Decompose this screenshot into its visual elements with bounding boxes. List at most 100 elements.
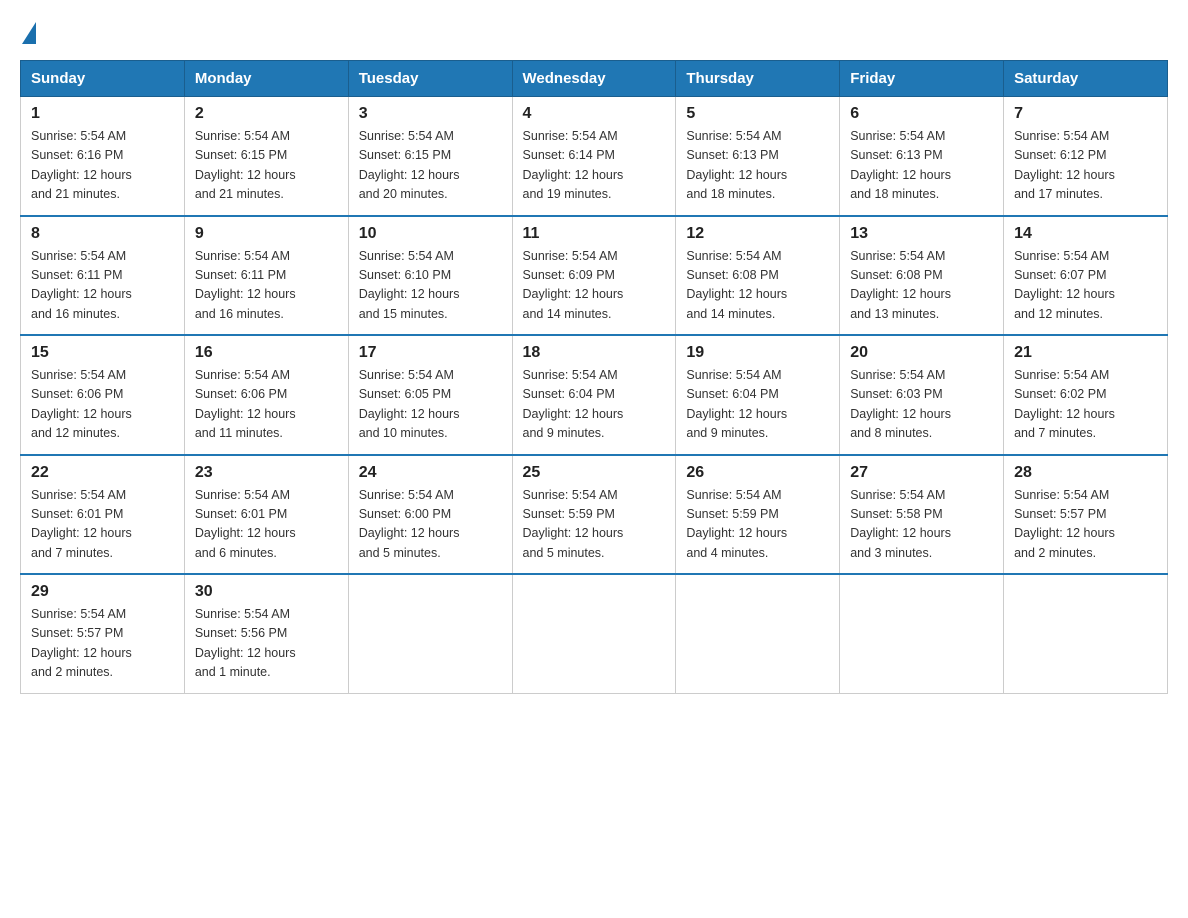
- day-info: Sunrise: 5:54 AM Sunset: 6:03 PM Dayligh…: [850, 366, 993, 444]
- day-number: 24: [359, 464, 502, 482]
- day-info: Sunrise: 5:54 AM Sunset: 6:11 PM Dayligh…: [31, 247, 174, 325]
- day-info: Sunrise: 5:54 AM Sunset: 6:09 PM Dayligh…: [523, 247, 666, 325]
- calendar-cell: 23 Sunrise: 5:54 AM Sunset: 6:01 PM Dayl…: [184, 455, 348, 575]
- calendar-cell: 14 Sunrise: 5:54 AM Sunset: 6:07 PM Dayl…: [1004, 216, 1168, 336]
- weekday-header-row: SundayMondayTuesdayWednesdayThursdayFrid…: [21, 61, 1168, 97]
- calendar-cell: 18 Sunrise: 5:54 AM Sunset: 6:04 PM Dayl…: [512, 335, 676, 455]
- day-number: 21: [1014, 344, 1157, 362]
- day-info: Sunrise: 5:54 AM Sunset: 6:16 PM Dayligh…: [31, 127, 174, 205]
- day-number: 12: [686, 225, 829, 243]
- day-number: 22: [31, 464, 174, 482]
- day-number: 9: [195, 225, 338, 243]
- calendar-cell: 24 Sunrise: 5:54 AM Sunset: 6:00 PM Dayl…: [348, 455, 512, 575]
- calendar-cell: 5 Sunrise: 5:54 AM Sunset: 6:13 PM Dayli…: [676, 97, 840, 216]
- day-number: 29: [31, 583, 174, 601]
- day-number: 15: [31, 344, 174, 362]
- weekday-header-wednesday: Wednesday: [512, 61, 676, 97]
- day-info: Sunrise: 5:54 AM Sunset: 5:58 PM Dayligh…: [850, 486, 993, 564]
- calendar-cell: [676, 574, 840, 693]
- day-info: Sunrise: 5:54 AM Sunset: 6:14 PM Dayligh…: [523, 127, 666, 205]
- day-info: Sunrise: 5:54 AM Sunset: 6:13 PM Dayligh…: [686, 127, 829, 205]
- calendar-cell: 19 Sunrise: 5:54 AM Sunset: 6:04 PM Dayl…: [676, 335, 840, 455]
- day-info: Sunrise: 5:54 AM Sunset: 5:56 PM Dayligh…: [195, 605, 338, 683]
- day-number: 11: [523, 225, 666, 243]
- logo: [20, 20, 36, 42]
- day-number: 26: [686, 464, 829, 482]
- day-info: Sunrise: 5:54 AM Sunset: 6:13 PM Dayligh…: [850, 127, 993, 205]
- day-info: Sunrise: 5:54 AM Sunset: 6:15 PM Dayligh…: [195, 127, 338, 205]
- calendar-cell: 3 Sunrise: 5:54 AM Sunset: 6:15 PM Dayli…: [348, 97, 512, 216]
- calendar-cell: 27 Sunrise: 5:54 AM Sunset: 5:58 PM Dayl…: [840, 455, 1004, 575]
- day-info: Sunrise: 5:54 AM Sunset: 6:06 PM Dayligh…: [195, 366, 338, 444]
- day-number: 8: [31, 225, 174, 243]
- day-info: Sunrise: 5:54 AM Sunset: 5:59 PM Dayligh…: [523, 486, 666, 564]
- calendar-cell: [348, 574, 512, 693]
- day-info: Sunrise: 5:54 AM Sunset: 6:05 PM Dayligh…: [359, 366, 502, 444]
- weekday-header-sunday: Sunday: [21, 61, 185, 97]
- day-info: Sunrise: 5:54 AM Sunset: 5:57 PM Dayligh…: [1014, 486, 1157, 564]
- calendar-cell: 7 Sunrise: 5:54 AM Sunset: 6:12 PM Dayli…: [1004, 97, 1168, 216]
- calendar-cell: [840, 574, 1004, 693]
- calendar-week-row: 15 Sunrise: 5:54 AM Sunset: 6:06 PM Dayl…: [21, 335, 1168, 455]
- day-info: Sunrise: 5:54 AM Sunset: 6:01 PM Dayligh…: [195, 486, 338, 564]
- weekday-header-monday: Monday: [184, 61, 348, 97]
- day-number: 28: [1014, 464, 1157, 482]
- day-number: 20: [850, 344, 993, 362]
- calendar-cell: 22 Sunrise: 5:54 AM Sunset: 6:01 PM Dayl…: [21, 455, 185, 575]
- calendar-week-row: 1 Sunrise: 5:54 AM Sunset: 6:16 PM Dayli…: [21, 97, 1168, 216]
- day-number: 7: [1014, 105, 1157, 123]
- calendar-cell: 2 Sunrise: 5:54 AM Sunset: 6:15 PM Dayli…: [184, 97, 348, 216]
- day-info: Sunrise: 5:54 AM Sunset: 6:02 PM Dayligh…: [1014, 366, 1157, 444]
- day-info: Sunrise: 5:54 AM Sunset: 6:00 PM Dayligh…: [359, 486, 502, 564]
- day-info: Sunrise: 5:54 AM Sunset: 6:15 PM Dayligh…: [359, 127, 502, 205]
- day-info: Sunrise: 5:54 AM Sunset: 6:04 PM Dayligh…: [523, 366, 666, 444]
- page-header: [20, 20, 1168, 42]
- day-number: 23: [195, 464, 338, 482]
- calendar-cell: 30 Sunrise: 5:54 AM Sunset: 5:56 PM Dayl…: [184, 574, 348, 693]
- calendar-cell: 8 Sunrise: 5:54 AM Sunset: 6:11 PM Dayli…: [21, 216, 185, 336]
- weekday-header-thursday: Thursday: [676, 61, 840, 97]
- day-info: Sunrise: 5:54 AM Sunset: 6:07 PM Dayligh…: [1014, 247, 1157, 325]
- calendar-cell: 6 Sunrise: 5:54 AM Sunset: 6:13 PM Dayli…: [840, 97, 1004, 216]
- calendar-cell: 25 Sunrise: 5:54 AM Sunset: 5:59 PM Dayl…: [512, 455, 676, 575]
- calendar-cell: 29 Sunrise: 5:54 AM Sunset: 5:57 PM Dayl…: [21, 574, 185, 693]
- day-number: 19: [686, 344, 829, 362]
- calendar-cell: 26 Sunrise: 5:54 AM Sunset: 5:59 PM Dayl…: [676, 455, 840, 575]
- day-number: 1: [31, 105, 174, 123]
- calendar-cell: [1004, 574, 1168, 693]
- calendar-cell: 11 Sunrise: 5:54 AM Sunset: 6:09 PM Dayl…: [512, 216, 676, 336]
- day-info: Sunrise: 5:54 AM Sunset: 6:08 PM Dayligh…: [686, 247, 829, 325]
- calendar-cell: [512, 574, 676, 693]
- day-number: 16: [195, 344, 338, 362]
- calendar-week-row: 8 Sunrise: 5:54 AM Sunset: 6:11 PM Dayli…: [21, 216, 1168, 336]
- day-number: 17: [359, 344, 502, 362]
- calendar-cell: 4 Sunrise: 5:54 AM Sunset: 6:14 PM Dayli…: [512, 97, 676, 216]
- calendar-cell: 21 Sunrise: 5:54 AM Sunset: 6:02 PM Dayl…: [1004, 335, 1168, 455]
- day-info: Sunrise: 5:54 AM Sunset: 6:10 PM Dayligh…: [359, 247, 502, 325]
- day-number: 5: [686, 105, 829, 123]
- calendar-table: SundayMondayTuesdayWednesdayThursdayFrid…: [20, 60, 1168, 694]
- day-number: 30: [195, 583, 338, 601]
- calendar-cell: 15 Sunrise: 5:54 AM Sunset: 6:06 PM Dayl…: [21, 335, 185, 455]
- calendar-cell: 17 Sunrise: 5:54 AM Sunset: 6:05 PM Dayl…: [348, 335, 512, 455]
- day-number: 14: [1014, 225, 1157, 243]
- day-number: 3: [359, 105, 502, 123]
- calendar-cell: 13 Sunrise: 5:54 AM Sunset: 6:08 PM Dayl…: [840, 216, 1004, 336]
- calendar-cell: 28 Sunrise: 5:54 AM Sunset: 5:57 PM Dayl…: [1004, 455, 1168, 575]
- day-info: Sunrise: 5:54 AM Sunset: 6:08 PM Dayligh…: [850, 247, 993, 325]
- day-info: Sunrise: 5:54 AM Sunset: 6:11 PM Dayligh…: [195, 247, 338, 325]
- calendar-week-row: 22 Sunrise: 5:54 AM Sunset: 6:01 PM Dayl…: [21, 455, 1168, 575]
- calendar-week-row: 29 Sunrise: 5:54 AM Sunset: 5:57 PM Dayl…: [21, 574, 1168, 693]
- day-number: 6: [850, 105, 993, 123]
- calendar-cell: 9 Sunrise: 5:54 AM Sunset: 6:11 PM Dayli…: [184, 216, 348, 336]
- calendar-cell: 20 Sunrise: 5:54 AM Sunset: 6:03 PM Dayl…: [840, 335, 1004, 455]
- day-number: 2: [195, 105, 338, 123]
- day-info: Sunrise: 5:54 AM Sunset: 5:59 PM Dayligh…: [686, 486, 829, 564]
- weekday-header-saturday: Saturday: [1004, 61, 1168, 97]
- day-number: 18: [523, 344, 666, 362]
- calendar-cell: 1 Sunrise: 5:54 AM Sunset: 6:16 PM Dayli…: [21, 97, 185, 216]
- calendar-cell: 12 Sunrise: 5:54 AM Sunset: 6:08 PM Dayl…: [676, 216, 840, 336]
- day-number: 10: [359, 225, 502, 243]
- day-info: Sunrise: 5:54 AM Sunset: 6:06 PM Dayligh…: [31, 366, 174, 444]
- calendar-cell: 10 Sunrise: 5:54 AM Sunset: 6:10 PM Dayl…: [348, 216, 512, 336]
